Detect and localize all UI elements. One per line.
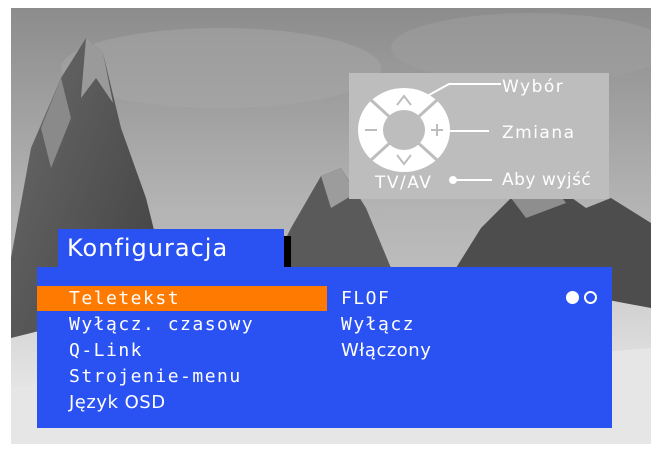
remote-legend-box: Wybór Zmiana TV/AV Aby wyjść	[349, 73, 609, 199]
menu-item-label: Wyłącz. czasowy	[69, 314, 255, 335]
page-indicator-empty-dot-icon	[584, 291, 597, 304]
change-legend-label: Zmiana	[502, 123, 576, 143]
tv-screen: Wybór Zmiana TV/AV Aby wyjść Konfiguracj…	[0, 0, 658, 450]
menu-item-off-timer[interactable]: Wyłącz. czasowy	[37, 312, 327, 337]
menu-item-tuning-menu[interactable]: Strojenie-menu	[37, 364, 327, 389]
exit-legend-label: Aby wyjść	[502, 170, 592, 190]
page-indicator-filled-dot-icon	[566, 291, 579, 304]
menu-item-label: Q-Link	[69, 340, 144, 361]
select-legend-label: Wybór	[502, 77, 565, 97]
off-timer-value[interactable]: Wyłącz	[341, 312, 415, 337]
menu-item-label: Język OSD	[69, 392, 166, 413]
menu-title: Konfiguracja	[58, 229, 284, 267]
menu-item-q-link[interactable]: Q-Link	[37, 338, 327, 363]
tvav-legend-label: TV/AV	[375, 173, 433, 193]
menu-item-label: Teletekst	[69, 288, 181, 309]
setup-menu-panel: Teletekst Wyłącz. czasowy Q-Link Strojen…	[37, 267, 612, 428]
menu-item-teletext[interactable]: Teletekst	[37, 286, 327, 311]
teletext-value[interactable]: FLOF	[341, 286, 390, 311]
menu-item-osd-language[interactable]: Język OSD	[37, 390, 327, 415]
q-link-value[interactable]: Włączony	[341, 338, 431, 363]
menu-item-label: Strojenie-menu	[69, 366, 242, 387]
